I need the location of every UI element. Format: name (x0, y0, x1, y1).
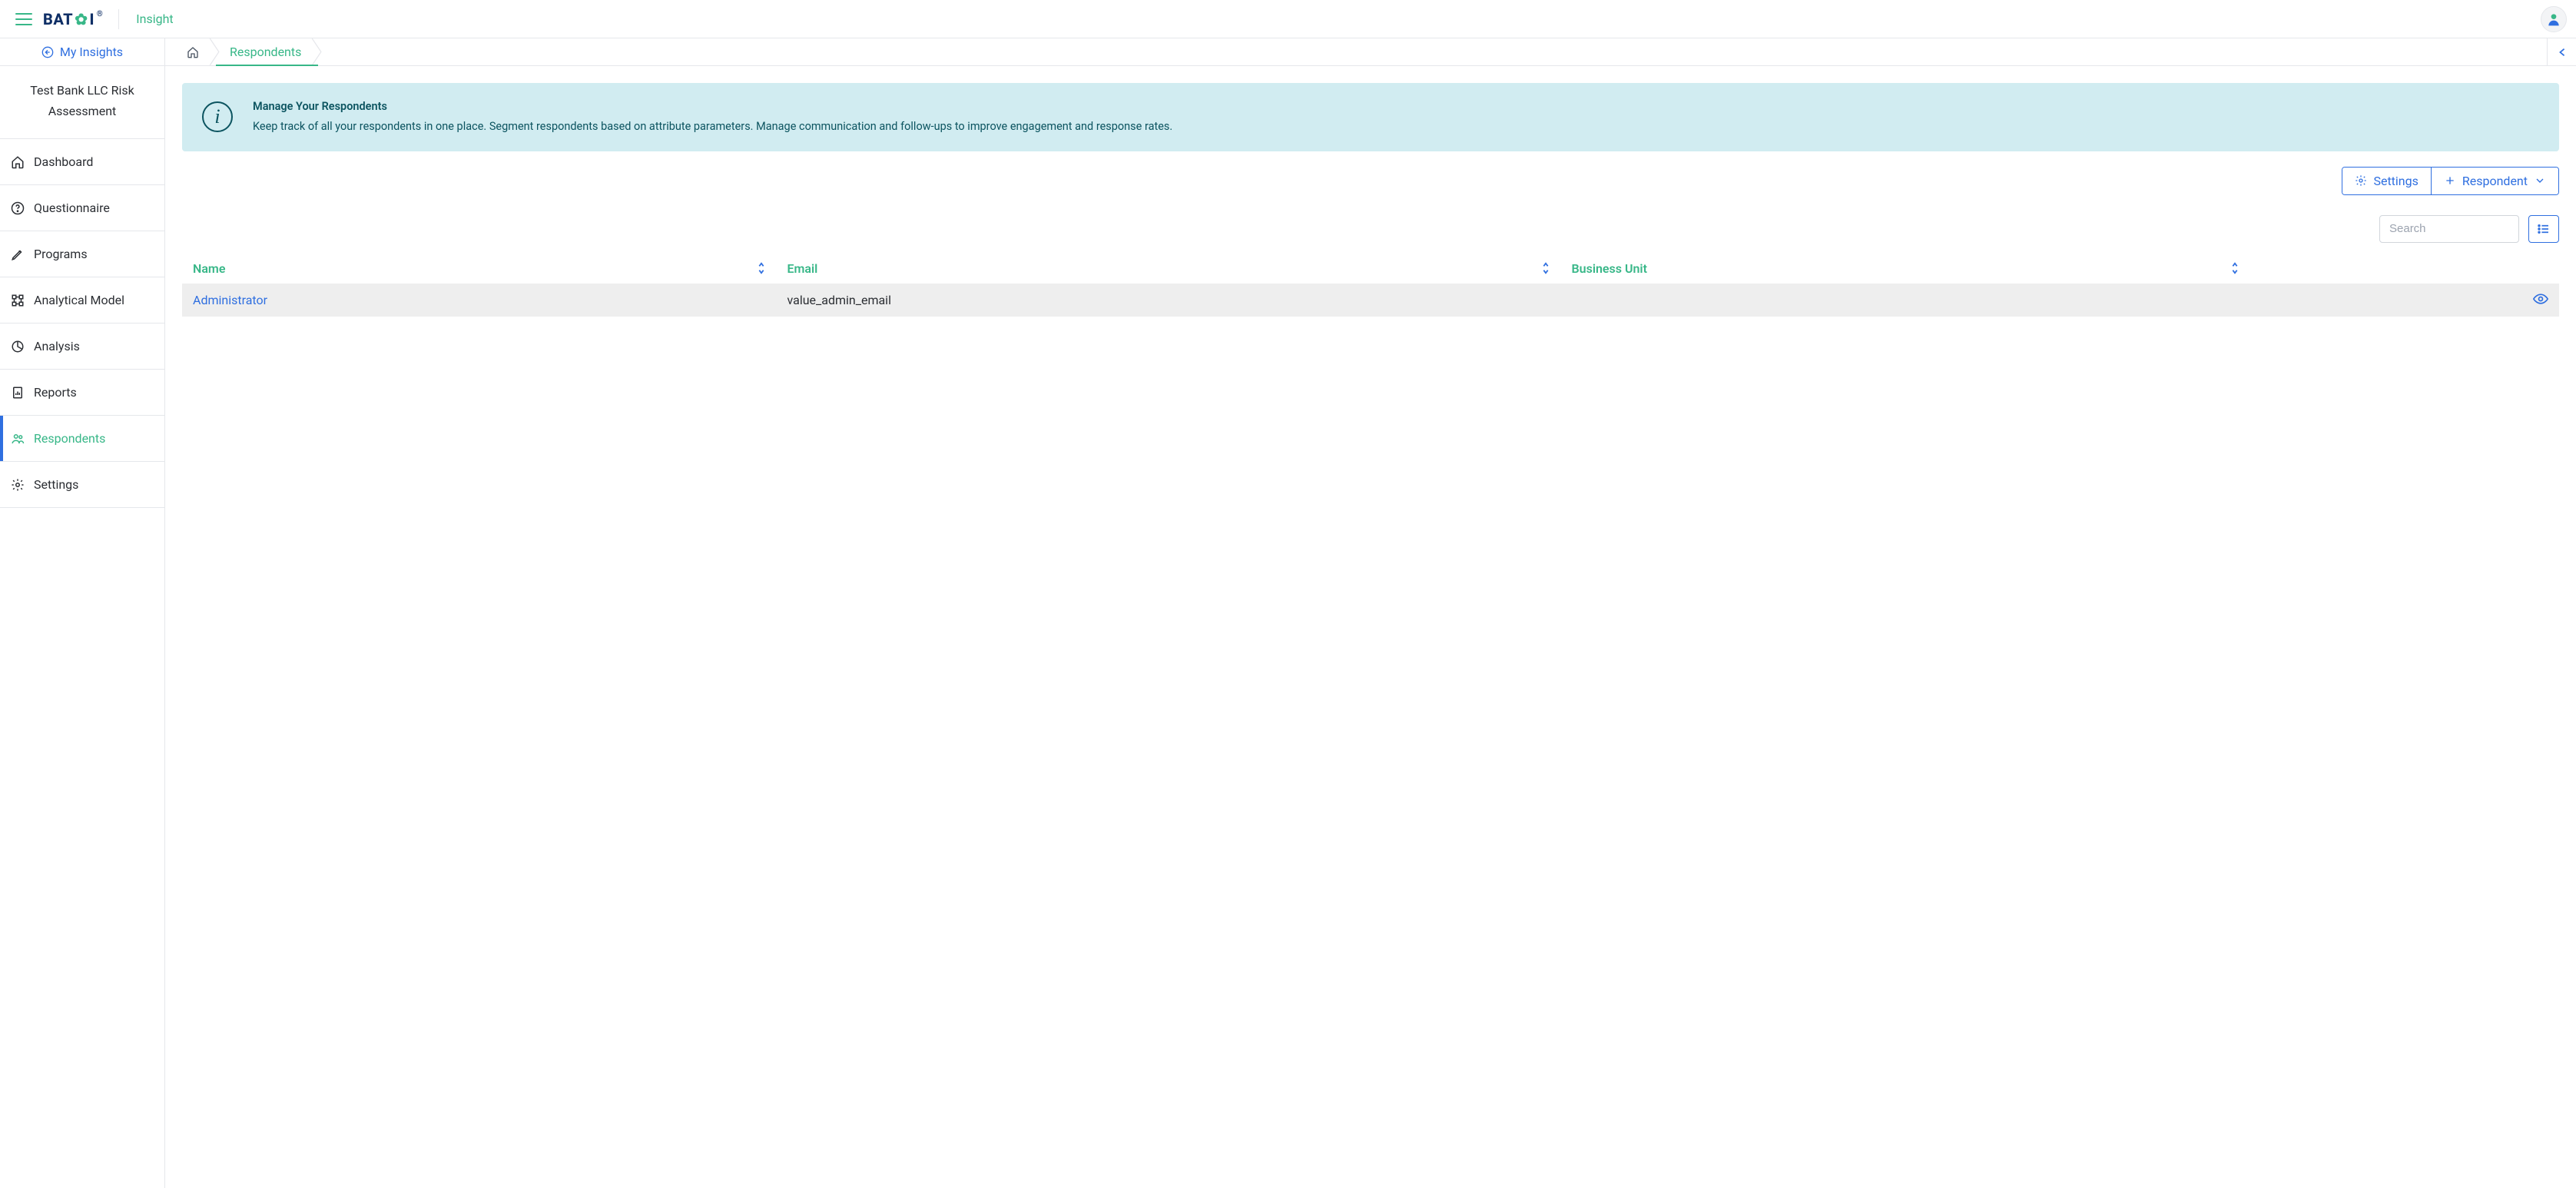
settings-button[interactable]: Settings (2342, 168, 2430, 194)
list-view-toggle[interactable] (2528, 215, 2559, 243)
sidebar-item-dashboard[interactable]: Dashboard (0, 139, 164, 185)
col-name-label: Name (193, 261, 225, 276)
topbar: BAT✿I® Insight (0, 0, 2576, 38)
sidebar-item-label: Dashboard (34, 154, 93, 169)
home-icon (187, 46, 199, 58)
content: Respondents i Manage Your Respondents Ke… (165, 38, 2576, 1188)
users-icon (11, 432, 25, 446)
sidebar-item-programs[interactable]: Programs (0, 231, 164, 277)
col-business-unit[interactable]: Business Unit (1561, 254, 2250, 284)
sort-icon[interactable] (1541, 262, 1550, 274)
banner-body: Keep track of all your respondents in on… (253, 120, 1172, 133)
brand-text-2: I (89, 10, 94, 28)
sidebar-nav: Dashboard Questionnaire Programs Analyti… (0, 139, 164, 508)
product-name[interactable]: Insight (136, 12, 173, 26)
sidebar-item-label: Programs (34, 247, 88, 261)
sidebar-item-label: Settings (34, 477, 78, 492)
info-banner: i Manage Your Respondents Keep track of … (182, 83, 2559, 151)
col-bu-label: Business Unit (1572, 261, 1647, 276)
breadcrumbs: Respondents (165, 38, 2547, 66)
sidebar-item-label: Analytical Model (34, 293, 124, 307)
triangle-left-icon (2558, 48, 2566, 57)
add-respondent-button[interactable]: Respondent (2431, 168, 2558, 194)
home-icon (11, 155, 25, 169)
my-insights-link[interactable]: My Insights (0, 38, 164, 66)
my-insights-label: My Insights (60, 45, 123, 59)
pen-icon (11, 247, 25, 261)
col-email[interactable]: Email (777, 254, 1561, 284)
col-email-label: Email (787, 261, 818, 276)
pie-chart-icon (11, 340, 25, 353)
respondent-link[interactable]: Administrator (193, 293, 267, 307)
breadcrumb-current[interactable]: Respondents (216, 38, 318, 65)
sidebar-item-questionnaire[interactable]: Questionnaire (0, 185, 164, 231)
sidebar-item-settings[interactable]: Settings (0, 462, 164, 508)
breadcrumb-home[interactable] (173, 38, 216, 65)
sidebar-item-reports[interactable]: Reports (0, 370, 164, 416)
add-respondent-label: Respondent (2462, 174, 2528, 188)
sidebar-item-label: Analysis (34, 339, 80, 353)
cell-bu (1561, 284, 2250, 317)
sort-icon[interactable] (757, 262, 766, 274)
sidebar-item-label: Questionnaire (34, 201, 110, 215)
brand-text-1: BAT (43, 10, 73, 28)
chevron-down-icon (2534, 174, 2546, 187)
gear-icon (11, 478, 25, 492)
table-row: Administrator value_admin_email (182, 284, 2559, 317)
sort-icon[interactable] (2230, 262, 2239, 274)
respondents-table: Name Email Business Un (182, 254, 2559, 317)
sidebar-item-label: Respondents (34, 431, 105, 446)
gear-icon (2355, 174, 2367, 187)
plus-icon (2444, 174, 2456, 187)
banner-title: Manage Your Respondents (253, 98, 1172, 115)
brand-logo[interactable]: BAT✿I® (43, 10, 103, 28)
sidebar-item-respondents[interactable]: Respondents (0, 416, 164, 462)
document-chart-icon (11, 386, 25, 400)
model-icon (11, 294, 25, 307)
sidebar: My Insights Test Bank LLC Risk Assessmen… (0, 38, 165, 1188)
leaf-icon: ✿ (75, 10, 88, 28)
sidebar-item-analytical-model[interactable]: Analytical Model (0, 277, 164, 324)
project-title: Test Bank LLC Risk Assessment (0, 66, 164, 139)
col-name[interactable]: Name (182, 254, 777, 284)
registered-icon: ® (97, 10, 103, 18)
divider (118, 9, 119, 29)
cell-view (2250, 284, 2559, 317)
settings-button-label: Settings (2373, 174, 2418, 188)
col-actions (2250, 254, 2559, 284)
action-buttons: Settings Respondent (2342, 167, 2559, 195)
breadcrumb-label: Respondents (230, 45, 301, 59)
sidebar-item-analysis[interactable]: Analysis (0, 324, 164, 370)
chevron-right-icon (311, 38, 325, 65)
menu-toggle[interactable] (15, 13, 32, 25)
question-circle-icon (11, 201, 25, 215)
eye-icon[interactable] (2533, 294, 2548, 304)
search-input[interactable] (2379, 215, 2519, 243)
user-icon (2546, 12, 2561, 27)
info-icon: i (202, 101, 233, 132)
sidebar-item-label: Reports (34, 385, 77, 400)
collapse-panel-button[interactable] (2547, 38, 2576, 66)
cell-email: value_admin_email (777, 284, 1561, 317)
cell-name: Administrator (182, 284, 777, 317)
arrow-left-circle-icon (41, 46, 54, 58)
list-icon (2538, 224, 2550, 234)
user-avatar[interactable] (2541, 6, 2567, 32)
